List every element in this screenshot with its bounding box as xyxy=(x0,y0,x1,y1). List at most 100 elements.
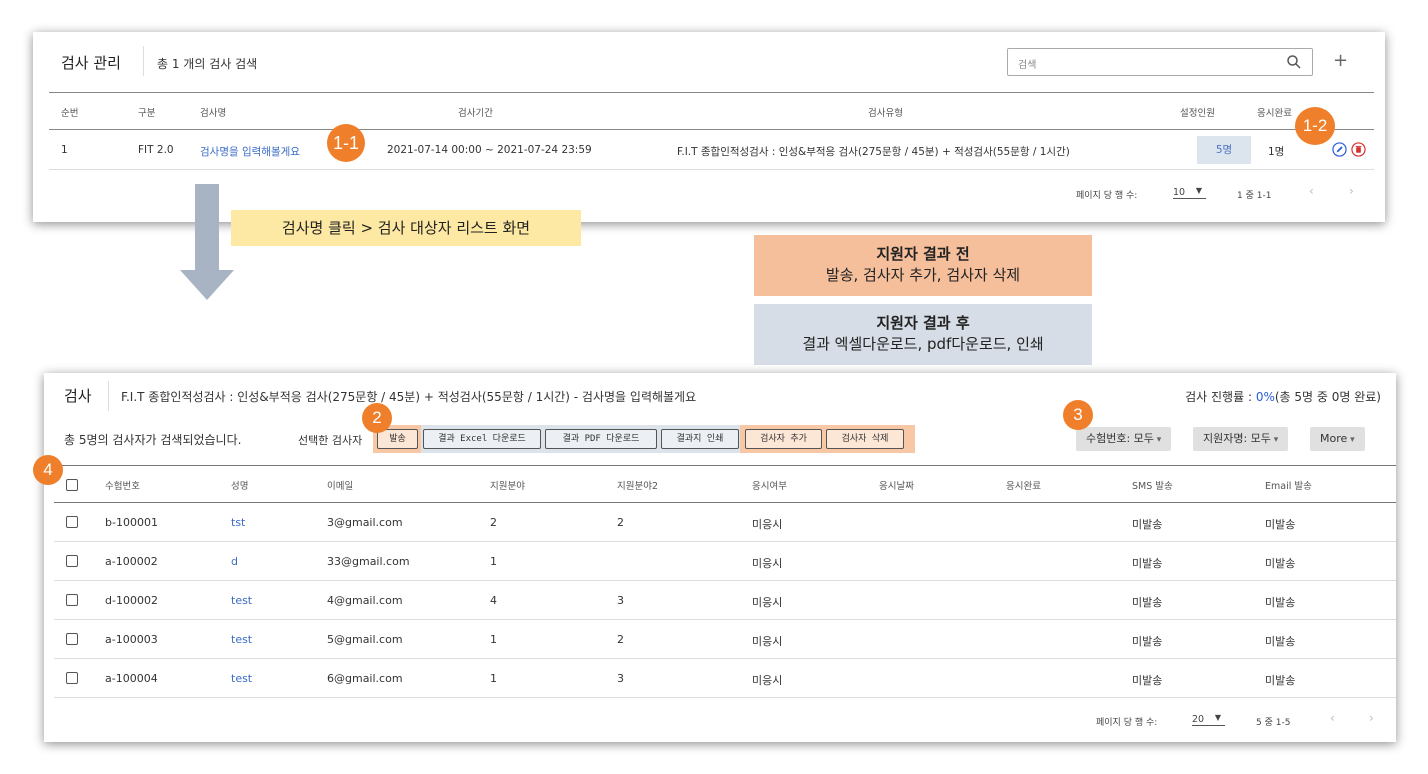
email: 4@gmail.com xyxy=(327,594,403,607)
callout-badge-1-1: 1-1 xyxy=(327,124,365,162)
examinee-list-panel: 검사 F.I.T 종합인적성검사 : 인성&부적응 검사(275문항 / 45분… xyxy=(44,373,1396,742)
exam-no: d-100002 xyxy=(105,594,158,607)
col-field2: 지원분야2 xyxy=(617,481,659,492)
sms-status: 미발송 xyxy=(1132,518,1163,531)
edit-icon[interactable] xyxy=(1332,142,1347,157)
table-row: b-100001 tst 3@gmail.com 2 2 미응시 미발송 미발송 xyxy=(54,503,1396,542)
row-kind: F.I.T 종합인적성검사 : 인성&부적응 검사(275문항 / 45분) +… xyxy=(677,146,1070,158)
col-period: 검사기간 xyxy=(458,108,493,119)
add-examinee-button[interactable]: 검사자 추가 xyxy=(745,429,822,449)
prev-page-button[interactable]: ‹ xyxy=(1309,184,1314,198)
col-completed: 응시완료 xyxy=(1257,108,1292,119)
send-button[interactable]: 발송 xyxy=(377,429,418,449)
after-result-note: 지원자 결과 후 결과 엑셀다운로드, pdf다운로드, 인쇄 xyxy=(754,304,1092,365)
rows-per-page-select[interactable]: 10 ▼ xyxy=(1173,186,1206,199)
excel-download-button[interactable]: 결과 Excel 다운로드 xyxy=(423,429,541,449)
selected-label: 선택한 검사자 xyxy=(298,434,363,447)
before-result-note: 지원자 결과 전 발송, 검사자 추가, 검사자 삭제 xyxy=(754,235,1092,296)
email-status: 미발송 xyxy=(1265,635,1296,648)
before-result-desc: 발송, 검사자 추가, 검사자 삭제 xyxy=(825,266,1021,284)
callout-badge-3: 3 xyxy=(1063,400,1093,430)
select-all-checkbox[interactable] xyxy=(66,479,78,491)
row-checkbox[interactable] xyxy=(66,594,78,606)
print-result-button[interactable]: 결과지 인쇄 xyxy=(661,429,739,449)
next-page-button[interactable]: › xyxy=(1349,184,1354,198)
rows-per-page-label: 페이지 당 행 수: xyxy=(1096,718,1158,728)
row-checkbox[interactable] xyxy=(66,516,78,528)
examinee-name-link[interactable]: tst xyxy=(231,516,245,529)
email: 33@gmail.com xyxy=(327,555,410,568)
row-no: 1 xyxy=(61,144,68,156)
exam-name-link[interactable]: 검사명을 입력해볼게요 xyxy=(200,144,300,159)
exam-table-header: 순번 구분 검사명 검사기간 검사유형 설정인원 응시완료 xyxy=(49,92,1374,130)
callout-badge-4: 4 xyxy=(33,455,63,485)
search-icon[interactable] xyxy=(1286,54,1302,70)
page-range: 5 중 1-5 xyxy=(1256,718,1291,728)
status: 미응시 xyxy=(752,596,783,609)
field1: 1 xyxy=(490,633,497,646)
rows-per-page-value: 10 xyxy=(1173,187,1186,198)
field2: 3 xyxy=(617,594,624,607)
col-sms: SMS 발송 xyxy=(1132,481,1173,492)
delete-icon[interactable] xyxy=(1351,142,1366,157)
pdf-download-button[interactable]: 결과 PDF 다운로드 xyxy=(545,429,657,449)
exam-no: a-100002 xyxy=(105,555,158,568)
add-exam-button[interactable]: + xyxy=(1333,50,1348,72)
panel-title: 검사 xyxy=(64,387,92,405)
field1: 2 xyxy=(490,516,497,529)
assigned-count-chip[interactable]: 5명 xyxy=(1197,136,1251,164)
col-email: 이메일 xyxy=(327,481,354,492)
rows-per-page-label: 페이지 당 행 수: xyxy=(1076,191,1138,201)
sms-status: 미발송 xyxy=(1132,674,1163,687)
examinee-name-link[interactable]: test xyxy=(231,672,252,685)
page-title: 검사 관리 xyxy=(61,54,121,72)
down-arrow-icon xyxy=(180,184,234,300)
field2: 2 xyxy=(617,633,624,646)
sms-status: 미발송 xyxy=(1132,557,1163,570)
callout-badge-2: 2 xyxy=(362,403,392,433)
table-row: 1 FIT 2.0 검사명을 입력해볼게요 2021-07-14 00:00 ~… xyxy=(49,130,1374,170)
field1: 1 xyxy=(490,672,497,685)
search-input[interactable]: 검색 xyxy=(1007,48,1313,76)
exam-management-panel: 검사 관리 총 1 개의 검사 검색 검색 + 순번 구분 검사명 검사기간 검… xyxy=(33,32,1385,222)
field1: 4 xyxy=(490,594,497,607)
delete-examinee-button[interactable]: 검사자 삭제 xyxy=(826,429,904,449)
progress-label: 검사 진행률 : xyxy=(1185,390,1256,404)
email-status: 미발송 xyxy=(1265,596,1296,609)
rows-per-page-value: 20 xyxy=(1192,714,1205,725)
col-date: 응시날짜 xyxy=(879,481,914,492)
next-page-button[interactable]: › xyxy=(1369,711,1374,725)
col-field1: 지원분야 xyxy=(490,481,525,492)
sms-status: 미발송 xyxy=(1132,635,1163,648)
prev-page-button[interactable]: ‹ xyxy=(1330,711,1335,725)
dropdown-caret-icon: ▼ xyxy=(1195,186,1202,195)
row-checkbox[interactable] xyxy=(66,555,78,567)
email: 6@gmail.com xyxy=(327,672,403,685)
field2: 3 xyxy=(617,672,624,685)
email-status: 미발송 xyxy=(1265,674,1296,687)
applicant-filter[interactable]: 지원자명: 모두 xyxy=(1193,427,1289,451)
result-count: 총 1 개의 검사 검색 xyxy=(157,57,258,71)
row-checkbox[interactable] xyxy=(66,633,78,645)
status: 미응시 xyxy=(752,635,783,648)
exam-no-filter[interactable]: 수험번호: 모두 xyxy=(1076,427,1172,451)
col-name: 검사명 xyxy=(200,108,227,119)
after-result-desc: 결과 엑셀다운로드, pdf다운로드, 인쇄 xyxy=(802,335,1044,353)
status: 미응시 xyxy=(752,557,783,570)
page-range: 1 중 1-1 xyxy=(1237,191,1272,201)
col-completed: 응시완료 xyxy=(1006,481,1041,492)
examinee-name-link[interactable]: test xyxy=(231,633,252,646)
exam-no: a-100003 xyxy=(105,633,158,646)
progress-detail: (총 5명 중 0명 완료) xyxy=(1274,390,1381,404)
row-checkbox[interactable] xyxy=(66,672,78,684)
examinee-name-link[interactable]: d xyxy=(231,555,238,568)
sms-status: 미발송 xyxy=(1132,596,1163,609)
email: 3@gmail.com xyxy=(327,516,403,529)
examinee-name-link[interactable]: test xyxy=(231,594,252,607)
status: 미응시 xyxy=(752,674,783,687)
navigation-note: 검사명 클릭 > 검사 대상자 리스트 화면 xyxy=(231,210,581,246)
more-filter[interactable]: More xyxy=(1310,427,1365,451)
rows-per-page-select[interactable]: 20 ▼ xyxy=(1192,713,1225,726)
col-assigned: 설정인원 xyxy=(1180,108,1215,119)
before-result-title: 지원자 결과 전 xyxy=(876,245,970,263)
